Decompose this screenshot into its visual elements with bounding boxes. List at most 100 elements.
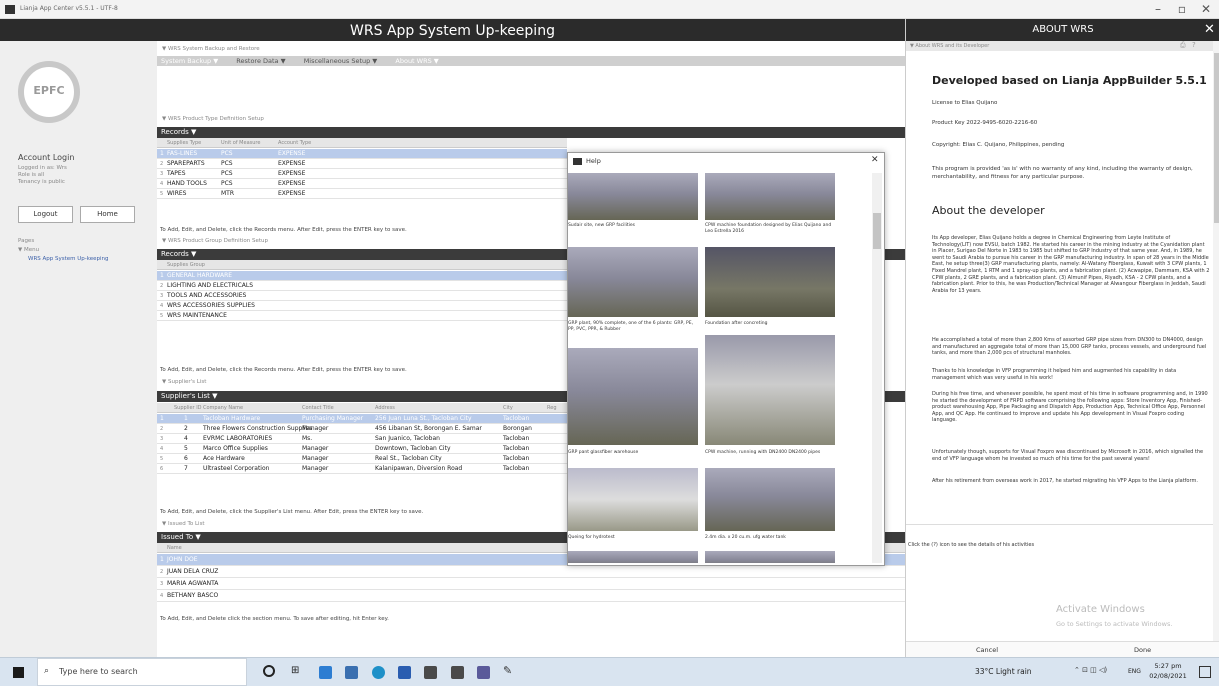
done-button[interactable]: Done — [1134, 646, 1151, 654]
search-box[interactable]: ⌕ Type here to search — [37, 658, 247, 686]
table-row[interactable]: 5 WIRES MTR EXPENSE — [157, 189, 567, 199]
records-note: To Add, Edit, and Delete, click the Reco… — [160, 227, 407, 233]
app-icon[interactable] — [398, 666, 411, 679]
records-menu[interactable]: Records ▼ — [157, 127, 905, 138]
clock-time[interactable]: 5:27 pm — [1149, 662, 1187, 670]
table-row[interactable]: 2 2 Three Flowers Construction Supplies Man… — [157, 424, 567, 434]
photo-caption: CPW machine foundation designed by Elias… — [705, 223, 832, 234]
maximize-icon[interactable]: ▫ — [1172, 2, 1192, 16]
column-header: Name — [167, 545, 182, 551]
sidebar: EPFC Account Login Logged in as: Wrs Rol… — [0, 41, 157, 657]
photo-caption: CPW machine, running with DN2400 DN2400 … — [705, 450, 821, 455]
table-row[interactable]: 3 TOOLS AND ACCESSORIES — [157, 291, 567, 301]
photo-caption: Queing for hydrotest — [568, 535, 615, 540]
table-row[interactable]: 2 JUAN DELA CRUZ — [157, 566, 905, 578]
home-button[interactable]: Home — [80, 206, 135, 223]
section-header-suppliers[interactable]: ▼ Supplier's List — [162, 379, 206, 385]
table-row[interactable]: 6 7 Ultrasteel Corporation Manager Kalanipaw… — [157, 464, 567, 474]
cancel-button[interactable]: Cancel — [976, 646, 998, 654]
app-title: WRS App System Up-keeping — [350, 23, 555, 39]
table-row[interactable]: 4 HAND TOOLS PCS EXPENSE — [157, 179, 567, 189]
scrollbar-thumb[interactable] — [873, 213, 881, 249]
photo-caption: GRP pant glassfiber warehouse — [568, 450, 639, 455]
account-line: Tenancy is public — [18, 179, 65, 185]
table-row[interactable]: 3 TAPES PCS EXPENSE — [157, 169, 567, 179]
scrollbar-thumb[interactable] — [1214, 53, 1219, 223]
table-row[interactable]: 5 6 Ace Hardware Manager Real St., Tacloban … — [157, 454, 567, 464]
section-header-type[interactable]: ▼ WRS Product Type Definition Setup — [162, 116, 264, 122]
column-header: Address — [375, 405, 395, 411]
menu-restore-data[interactable]: Restore Data ▼ — [236, 57, 285, 65]
help-scrollbar[interactable] — [872, 173, 882, 563]
menu-about-wrs[interactable]: About WRS ▼ — [395, 57, 438, 65]
table-row[interactable]: 1 FAS-LINES PCS EXPENSE — [157, 149, 567, 159]
section-header-issued[interactable]: ▼ Issued To List — [162, 521, 205, 527]
tray-icons[interactable]: ⌃ ⊡ ◫ ◁) — [1074, 666, 1107, 674]
app-icon[interactable] — [477, 666, 490, 679]
help-close-icon[interactable]: ✕ — [871, 155, 879, 165]
pages-label: Pages — [18, 238, 35, 244]
task-view-icon[interactable]: ⊞ — [291, 665, 299, 676]
minimize-icon[interactable]: – — [1148, 2, 1168, 16]
menu-label[interactable]: ▼ Menu — [18, 247, 39, 254]
table-row[interactable]: 1 1 Tacloban Hardware Purchasing Manager 256… — [157, 414, 567, 424]
bio-paragraph: During his free time, and whenever possi… — [932, 391, 1208, 424]
table-row[interactable]: 3 4 EVRMC LABORATORIES Ms. San Juanico, Tacl… — [157, 434, 567, 444]
table-row[interactable]: 1 GENERAL HARDWARE — [157, 271, 567, 281]
table-row[interactable]: 4 BETHANY BASCO — [157, 590, 905, 602]
about-panel: ABOUT WRS ✕ ▼ About WRS and its Develope… — [905, 19, 1219, 657]
column-header: Account Type — [278, 140, 312, 146]
account-line: Role is all — [18, 172, 45, 178]
notification-icon[interactable] — [1199, 666, 1211, 678]
edge-icon[interactable] — [372, 666, 385, 679]
account-title: Account Login — [18, 153, 75, 162]
menu-system-backup[interactable]: System Backup ▼ — [161, 57, 218, 65]
language-indicator[interactable]: ENG — [1128, 668, 1141, 675]
table-row[interactable]: 4 5 Marco Office Supplies Manager Downtown, … — [157, 444, 567, 454]
records-note: To Add, Edit, and Delete, click the Reco… — [160, 367, 407, 373]
help-icon[interactable]: ? — [1192, 41, 1196, 49]
table-row[interactable]: 2 SPAREPARTS PCS EXPENSE — [157, 159, 567, 169]
about-title: Developed based on Lianja AppBuilder 5.5… — [932, 74, 1207, 87]
column-header: City — [503, 405, 513, 411]
windows-start-icon[interactable] — [13, 667, 24, 678]
section-header-group[interactable]: ▼ WRS Product Group Definition Setup — [162, 238, 268, 244]
window-title: Lianja App Center v5.5.1 - UTF-8 — [20, 5, 118, 12]
mail-icon[interactable] — [319, 666, 332, 679]
lianja-icon[interactable] — [424, 666, 437, 679]
suppliers-note: To Add, Edit, and Delete, click the Supp… — [160, 509, 424, 515]
close-icon[interactable]: ✕ — [1196, 2, 1216, 16]
lianja-icon[interactable] — [451, 666, 464, 679]
table-row[interactable]: 5 WRS MAINTENANCE — [157, 311, 567, 321]
column-header: Unit of Measure — [221, 140, 261, 146]
column-header: Supplier ID — [174, 405, 202, 411]
column-header: Supplies Type — [167, 140, 202, 146]
table-row[interactable]: 2 LIGHTING AND ELECTRICALS — [157, 281, 567, 291]
table-row[interactable]: 3 MARIA AGWANTA — [157, 578, 905, 590]
explorer-icon[interactable] — [345, 666, 358, 679]
help-title: Help — [586, 157, 601, 165]
logout-button[interactable]: Logout — [18, 206, 73, 223]
taskbar: ⌕ Type here to search ⊞ ✎ 33°C Light rai… — [0, 657, 1219, 686]
app-icon[interactable]: ✎ — [503, 664, 512, 677]
table-header: Supplies Group — [157, 260, 567, 270]
about-sub-title[interactable]: ▼ About WRS and its Developer — [910, 43, 989, 49]
logo-text: EPFC — [33, 84, 65, 97]
weather-text[interactable]: 33°C Light rain — [975, 667, 1032, 676]
about-close-icon[interactable]: ✕ — [1204, 22, 1215, 37]
help-dialog: Help ✕ Sudair site, new GRP facilities C… — [567, 152, 885, 566]
clock-date[interactable]: 02/08/2021 — [1147, 672, 1189, 680]
menu-misc-setup[interactable]: Miscellaneous Setup ▼ — [304, 57, 378, 65]
photo — [705, 335, 835, 445]
about-header: ABOUT WRS — [906, 19, 1219, 41]
sidebar-item-page[interactable]: WRS App System Up-keeping — [28, 256, 109, 262]
bio-paragraph: He accomplished a total of more than 2,8… — [932, 337, 1207, 357]
cortana-icon[interactable] — [263, 665, 275, 677]
print-icon[interactable]: ⎙ — [1180, 41, 1186, 50]
product-key: Product Key 2022-9495-6020-2216-60 — [932, 120, 1038, 126]
about-footer: Cancel Done — [906, 641, 1219, 657]
about-scrollbar[interactable] — [1213, 41, 1219, 641]
bio-paragraph: After his retirement from overseas work … — [932, 478, 1198, 484]
table-row[interactable]: 4 WRS ACCESSORIES SUPPLIES — [157, 301, 567, 311]
section-header-backup[interactable]: ▼ WRS System Backup and Restore — [162, 46, 260, 52]
